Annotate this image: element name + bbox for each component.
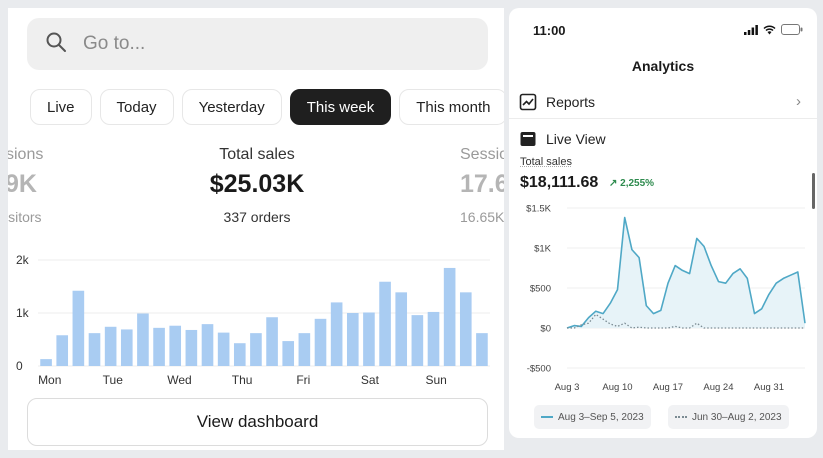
metric-sessions-prev[interactable]: ssions .9K visitors [8,146,68,225]
metric-sessions-next[interactable]: Sessio 17.6 16.65K [460,146,504,225]
metric-value: 17.6 [460,170,504,198]
reports-icon [519,93,537,110]
metric-sub: 337 orders [223,209,291,225]
x-tick-label: Aug 17 [653,382,683,393]
view-dashboard-button[interactable]: View dashboard [27,398,488,446]
bar [88,333,101,366]
live-view-label: Live View [546,131,606,147]
y-tick-label: -$500 [527,364,551,375]
metric-label: Sessio [460,146,504,163]
metric-label: ssions [8,146,44,163]
signal-icon [744,24,758,35]
metric-label: Total sales [219,146,295,163]
y-tick-label: 1k [16,306,30,320]
metric-total-sales[interactable]: Total sales $25.03K 337 orders [167,146,347,225]
bar [363,312,375,366]
bar [459,292,472,366]
reports-row[interactable]: Reports › [509,85,817,119]
x-tick-label: Aug 10 [602,382,632,393]
legend-solid-swatch [541,416,553,418]
bar [314,318,327,366]
bar [379,281,391,366]
tab-this-week[interactable]: This week [289,89,392,125]
battery-icon [781,24,803,35]
bar [217,332,230,366]
x-tick-label: Thu [232,373,253,387]
tab-live[interactable]: Live [30,89,92,125]
bar [282,341,295,366]
x-tick-label: Aug 24 [703,382,733,393]
bar [266,317,278,366]
status-time: 11:00 [533,23,566,38]
bar [330,302,343,366]
bar [346,313,359,366]
bar [233,343,246,366]
legend-dotted-swatch [675,416,687,418]
total-sales-value: $18,111.68 [520,174,599,191]
bar [298,333,311,366]
analytics-phone-screen: 11:00 Analytics Reports › Live View Tota… [509,8,817,438]
legend-current[interactable]: Aug 3–Sep 5, 2023 [534,405,651,429]
bar [411,315,424,366]
x-tick-label: Sun [426,373,447,387]
weekly-sales-bar-chart: 0 1k 2k Mon Tue Wed Thu Fri Sat Sun [16,253,490,387]
x-tick-label: Wed [167,373,191,387]
bar [443,267,456,366]
x-tick-label: Aug 3 [555,382,580,393]
y-tick-label: 0 [16,359,23,373]
x-tick-label: Aug 31 [754,382,784,393]
metric-sub: visitors [8,209,42,225]
x-tick-label: Mon [38,373,61,387]
y-tick-label: $500 [530,284,551,295]
tab-yesterday[interactable]: Yesterday [181,89,282,125]
bar [56,335,69,366]
bar [250,333,262,366]
wifi-icon [763,25,776,34]
bar [185,329,198,366]
x-tick-label: Sat [361,373,380,387]
status-bar: 11:00 [509,8,817,48]
search-icon [45,31,67,58]
sales-panel: Go to... Live Today Yesterday This week … [8,8,504,450]
sales-line-chart: $1.5K $1K $500 $0 -$500 Aug 3 Aug 10 Aug 17 Aug … [526,204,806,393]
y-tick-label: 2k [16,253,30,267]
bar [120,329,133,366]
reports-label: Reports [546,93,596,110]
legend-previous-label: Jun 30–Aug 2, 2023 [692,411,782,423]
total-sales-label: Total sales [520,156,572,168]
bar [201,324,214,366]
y-tick-label: $0 [540,324,551,335]
metric-sub: 16.65K [460,209,504,225]
live-view-icon [520,132,536,146]
bar [104,326,117,366]
x-tick-label: Fri [296,373,310,387]
bar [153,327,165,366]
bar [137,313,149,366]
metric-value: .9K [8,170,37,198]
bar [476,333,488,366]
bar [72,290,85,366]
scrollbar[interactable] [812,173,815,209]
tab-this-month[interactable]: This month [399,89,504,125]
page-title: Analytics [631,58,695,74]
live-view-row[interactable]: Live View [509,122,817,156]
legend-current-label: Aug 3–Sep 5, 2023 [558,411,644,423]
search-input[interactable]: Go to... [83,33,145,55]
y-tick-label: $1K [534,244,552,255]
search-bar[interactable]: Go to... [27,18,488,70]
tab-today[interactable]: Today [99,89,174,125]
bar [169,325,182,366]
metric-value: $25.03K [209,170,305,198]
bar [40,359,52,366]
date-range-tabs: Live Today Yesterday This week This mont… [30,89,504,127]
legend-previous[interactable]: Jun 30–Aug 2, 2023 [668,405,789,429]
change-badge: ↗ 2,255% [609,178,655,189]
bar [427,311,440,366]
x-tick-label: Tue [103,373,124,387]
bar [395,292,408,366]
y-tick-label: $1.5K [526,204,551,215]
chevron-right-icon: › [796,93,801,110]
